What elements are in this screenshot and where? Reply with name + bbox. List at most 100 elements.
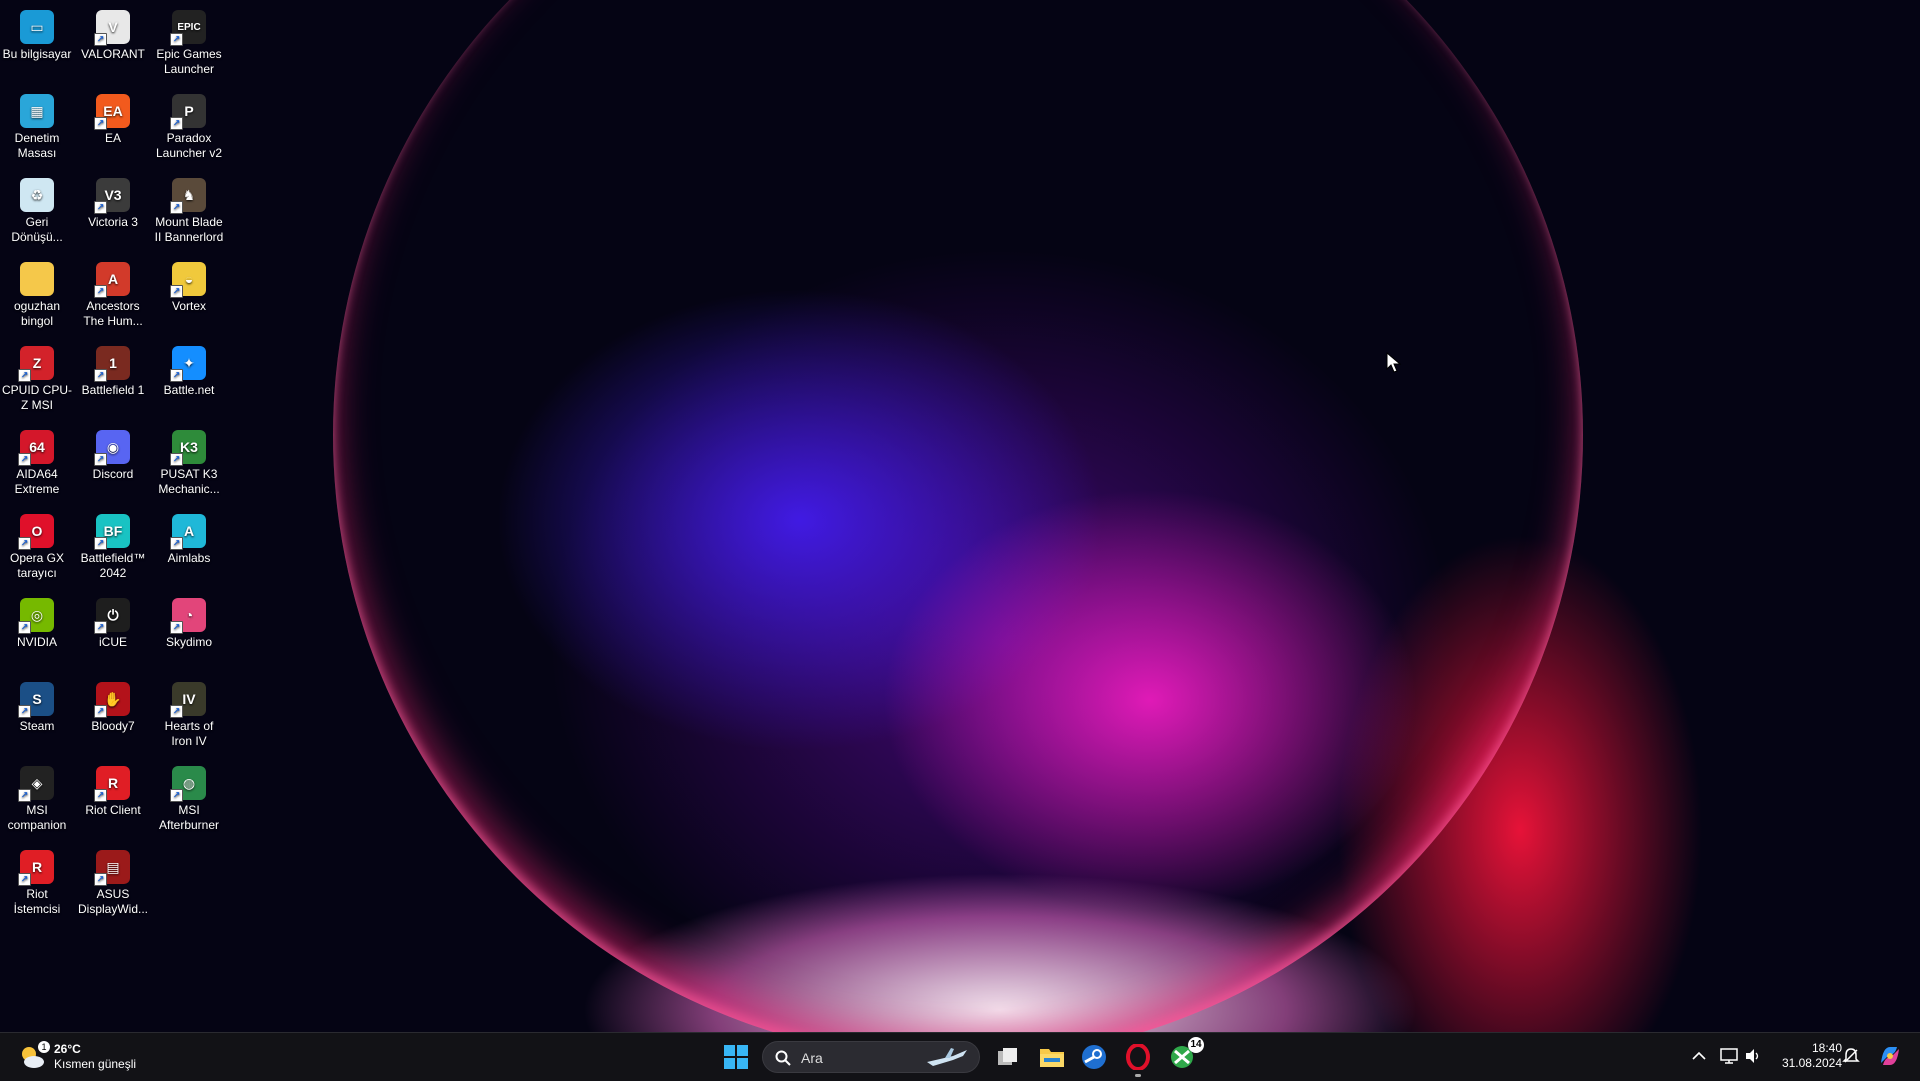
desktop-icon-vortex[interactable]: ◒ ↗ Vortex bbox=[152, 258, 226, 314]
desktop-icon-victoria[interactable]: V3 ↗ Victoria 3 bbox=[76, 174, 150, 230]
desktop-icon-discord[interactable]: ◉ ↗ Discord bbox=[76, 426, 150, 482]
desktop-icon-aimlabs[interactable]: A ↗ Aimlabs bbox=[152, 510, 226, 566]
desktop-icon-ea[interactable]: EA ↗ EA bbox=[76, 90, 150, 146]
taskbar-opera-gx[interactable] bbox=[1122, 1041, 1154, 1077]
show-hidden-icons-button[interactable] bbox=[1688, 1045, 1710, 1067]
notifications-button[interactable] bbox=[1840, 1045, 1862, 1067]
shortcut-arrow-icon: ↗ bbox=[94, 789, 107, 802]
desktop-icon-label: ASUS DisplayWid... bbox=[78, 887, 149, 916]
desktop-icon-hoi4[interactable]: IV ↗ Hearts of Iron IV bbox=[152, 678, 226, 749]
desktop-icon-folder[interactable]: oguzhan bingol bbox=[0, 258, 74, 329]
copilot-button[interactable] bbox=[1876, 1042, 1904, 1070]
desktop-icon-nvidia[interactable]: ◎ ↗ NVIDIA bbox=[0, 594, 74, 650]
icon-glyph: Z bbox=[32, 354, 42, 371]
desktop-icon-label: MSI Afterburner bbox=[158, 803, 220, 832]
volume-button[interactable] bbox=[1742, 1045, 1764, 1067]
desktop-icon-asus-displaywidget[interactable]: ▤ ↗ ASUS DisplayWid... bbox=[76, 846, 150, 917]
desktop-icon-label: EA bbox=[104, 131, 121, 145]
desktop-icon-steam[interactable]: S ↗ Steam bbox=[0, 678, 74, 734]
skydimo-icon: ◔ ↗ bbox=[170, 598, 206, 634]
desktop-icon-label: Riot Client bbox=[85, 803, 141, 817]
victoria-icon: V3 ↗ bbox=[94, 178, 130, 214]
bannerlord-icon: ♞ ↗ bbox=[170, 178, 206, 214]
shortcut-arrow-icon: ↗ bbox=[94, 621, 107, 634]
desktop-icon-battlefield2042[interactable]: BF ↗ Battlefield™ 2042 bbox=[76, 510, 150, 581]
battlenet-icon: ✦ ↗ bbox=[170, 346, 206, 382]
taskbar-steam[interactable] bbox=[1078, 1041, 1110, 1073]
msi-afterburner-icon: ◍ ↗ bbox=[170, 766, 206, 802]
desktop-icon-pusat[interactable]: K3 ↗ PUSAT K3 Mechanic... bbox=[152, 426, 226, 497]
shortcut-arrow-icon: ↗ bbox=[94, 537, 107, 550]
epic-games-icon: EPIC ↗ bbox=[170, 10, 206, 46]
desktop-icon-epic-games[interactable]: EPIC ↗ Epic Games Launcher bbox=[152, 6, 226, 77]
icon-glyph: ♻ bbox=[30, 186, 44, 203]
folder-icon bbox=[20, 262, 54, 296]
desktop-icon-computer[interactable]: ▭ Bu bilgisayar bbox=[0, 6, 74, 62]
desktop-icon-label: Hearts of Iron IV bbox=[164, 719, 214, 748]
desktop-icon-msi-companion[interactable]: ◈ ↗ MSI companion bbox=[0, 762, 74, 833]
search-placeholder: Ara bbox=[801, 1050, 823, 1066]
riot-istemcisi-icon: R ↗ bbox=[18, 850, 54, 886]
copilot-icon bbox=[1881, 1047, 1899, 1065]
icon-glyph: ✋ bbox=[104, 690, 122, 707]
desktop-icon-aida64[interactable]: 64 ↗ AIDA64 Extreme bbox=[0, 426, 74, 497]
desktop-icon-bannerlord[interactable]: ♞ ↗ Mount Blade II Bannerlord bbox=[152, 174, 226, 245]
msi-companion-icon: ◈ ↗ bbox=[18, 766, 54, 802]
desktop-icon-label: iCUE bbox=[98, 635, 127, 649]
weather-widget[interactable]: 1 26°C Kısmen güneşli bbox=[18, 1039, 136, 1075]
desktop-icon-paradox[interactable]: P ↗ Paradox Launcher v2 bbox=[152, 90, 226, 161]
hoi4-icon: IV ↗ bbox=[170, 682, 206, 718]
task-view-button[interactable] bbox=[992, 1041, 1024, 1073]
icon-glyph: ◍ bbox=[182, 774, 196, 791]
weather-notification-badge: 1 bbox=[38, 1041, 50, 1053]
icon-glyph: V bbox=[108, 18, 118, 35]
desktop-icon-label: Discord bbox=[92, 467, 134, 481]
asus-displaywidget-icon: ▤ ↗ bbox=[94, 850, 130, 886]
desktop-icon-label: Bu bilgisayar bbox=[2, 47, 72, 61]
task-view-icon bbox=[998, 1048, 1017, 1065]
desktop-icon-icue[interactable]: ⏻ ↗ iCUE bbox=[76, 594, 150, 650]
taskbar-search-box[interactable]: Ara bbox=[762, 1041, 980, 1073]
desktop-icon-battlefield1[interactable]: 1 ↗ Battlefield 1 bbox=[76, 342, 150, 398]
search-icon bbox=[775, 1050, 791, 1066]
aimlabs-icon: A ↗ bbox=[170, 514, 206, 550]
desktop-icon-valorant[interactable]: V ↗ VALORANT bbox=[76, 6, 150, 62]
running-indicator bbox=[1135, 1074, 1141, 1077]
desktop-icon-label: CPUID CPU-Z MSI bbox=[2, 383, 73, 412]
taskbar-xbox[interactable]: 14 bbox=[1166, 1037, 1204, 1073]
desktop-icon-riot-istemcisi[interactable]: R ↗ Riot İstemcisi bbox=[0, 846, 74, 917]
network-button[interactable] bbox=[1718, 1045, 1740, 1067]
desktop-icon-control-panel[interactable]: ▦ Denetim Masası bbox=[0, 90, 74, 161]
desktop-icon-ancestors[interactable]: A ↗ Ancestors The Hum... bbox=[76, 258, 150, 329]
desktop-wallpaper: ▭ Bu bilgisayar V ↗ VALORANT EPIC ↗ Epic Games … bbox=[0, 0, 1920, 1032]
desktop-icon-skydimo[interactable]: ◔ ↗ Skydimo bbox=[152, 594, 226, 650]
desktop-icon-label: Mount Blade II Bannerlord bbox=[154, 215, 224, 244]
shortcut-arrow-icon: ↗ bbox=[18, 705, 31, 718]
start-button[interactable] bbox=[722, 1043, 750, 1071]
desktop-icon-riot-client[interactable]: R ↗ Riot Client bbox=[76, 762, 150, 818]
icon-glyph: 64 bbox=[29, 438, 45, 455]
icon-glyph: A bbox=[107, 270, 119, 287]
ea-icon: EA ↗ bbox=[94, 94, 130, 130]
battlefield2042-icon: BF ↗ bbox=[94, 514, 130, 550]
icon-glyph: V3 bbox=[104, 186, 122, 203]
desktop-icon-msi-afterburner[interactable]: ◍ ↗ MSI Afterburner bbox=[152, 762, 226, 833]
icon-glyph: R bbox=[107, 774, 119, 791]
mouse-cursor-icon bbox=[1386, 352, 1402, 373]
weather-condition: Kısmen güneşli bbox=[54, 1057, 137, 1071]
desktop-icon-opera-gx[interactable]: O ↗ Opera GX tarayıcı bbox=[0, 510, 74, 581]
system-clock[interactable]: 18:40 31.08.2024 bbox=[1770, 1041, 1842, 1071]
desktop-icon-bloody7[interactable]: ✋ ↗ Bloody7 bbox=[76, 678, 150, 734]
taskbar-file-explorer[interactable] bbox=[1036, 1041, 1068, 1073]
desktop-icon-recycle-bin[interactable]: ♻ Geri Dönüşü... bbox=[0, 174, 74, 245]
steam-icon bbox=[1082, 1045, 1106, 1069]
desktop-icon-battlenet[interactable]: ✦ ↗ Battle.net bbox=[152, 342, 226, 398]
desktop-icon-cpuz[interactable]: Z ↗ CPUID CPU-Z MSI bbox=[0, 342, 74, 413]
icon-glyph: ▤ bbox=[106, 858, 120, 875]
shortcut-arrow-icon: ↗ bbox=[170, 705, 183, 718]
desktop-icon-label: MSI companion bbox=[7, 803, 67, 832]
shortcut-arrow-icon: ↗ bbox=[18, 873, 31, 886]
icon-glyph: K3 bbox=[180, 438, 198, 455]
shortcut-arrow-icon: ↗ bbox=[170, 537, 183, 550]
nvidia-icon: ◎ ↗ bbox=[18, 598, 54, 634]
